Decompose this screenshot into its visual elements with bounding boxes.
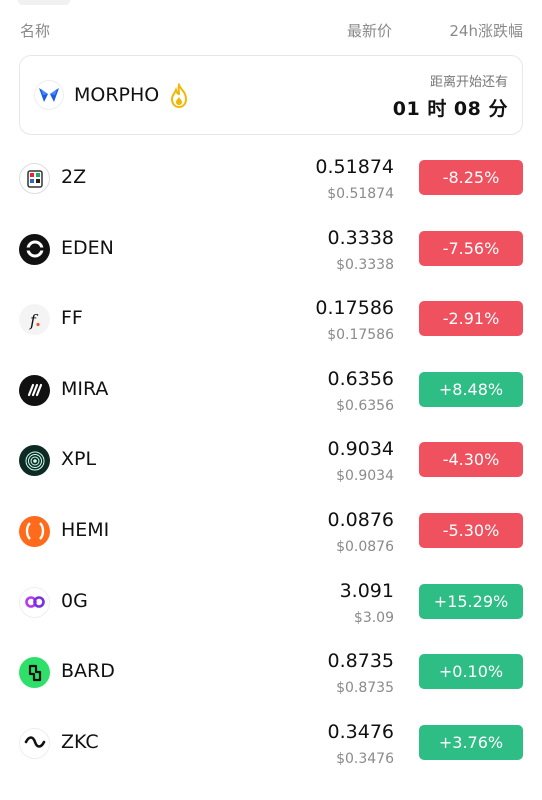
usd-price: $0.9034 [336,468,394,485]
last-price: 0.6356 [327,367,394,390]
svg-text:f: f [29,311,39,330]
zkc-logo-icon [19,727,50,759]
token-symbol: ZKC [61,730,99,753]
token-symbol: 0G [61,589,88,612]
usd-price: $0.6356 [336,397,394,414]
change-badge[interactable]: -5.30% [419,512,523,548]
bard-logo-icon [19,657,50,689]
last-price: 0.51874 [315,156,394,178]
list-item[interactable]: 2Z 0.51874 $0.51874 -8.25% [0,145,542,216]
column-header-name[interactable]: 名称 [20,20,50,41]
list-item[interactable]: f FF 0.17586 $0.17586 -2.91% [0,286,542,357]
usd-price: $0.0876 [336,538,394,555]
usd-price: $0.3338 [336,256,394,273]
column-header-change[interactable]: 24h涨跌幅 [449,20,523,41]
column-header-price[interactable]: 最新价 [347,20,392,41]
change-badge[interactable]: -8.25% [419,160,523,195]
list-item[interactable]: XPL 0.9034 $0.9034 -4.30% [0,427,542,498]
change-badge[interactable]: +3.76% [419,724,523,760]
list-header: 名称 最新价 24h涨跌幅 [0,14,542,44]
list-item[interactable]: BARD 0.8735 $0.8735 +0.10% [0,639,542,710]
list-item[interactable]: EDEN 0.3338 $0.3338 -7.56% [0,216,542,287]
list-item[interactable]: ZKC 0.3476 $0.3476 +3.76% [0,710,542,781]
token-symbol: BARD [61,660,115,683]
usd-price: $0.3476 [336,750,394,767]
change-badge[interactable]: -2.91% [419,301,523,337]
0g-logo-icon [19,586,50,618]
token-symbol: MIRA [61,377,109,400]
usd-price: $0.51874 [327,186,394,202]
hemi-logo-icon [19,515,50,547]
last-price: 3.091 [339,579,394,602]
list-item[interactable]: 0G 3.091 $3.09 +15.29% [0,569,542,640]
2z-logo-icon [19,163,50,194]
top-tab-indicator [18,0,70,5]
usd-price: $3.09 [353,609,394,626]
list-item[interactable]: HEMI 0.0876 $0.0876 -5.30% [0,498,542,569]
xpl-logo-icon [19,445,50,477]
change-badge[interactable]: -7.56% [419,230,523,266]
countdown-label: 距离开始还有 [429,75,508,90]
last-price: 0.8735 [327,650,394,673]
last-price: 0.17586 [315,297,394,320]
token-symbol: EDEN [61,236,114,259]
mira-logo-icon [19,374,50,406]
upcoming-listing-symbol: MORPHO [74,84,160,106]
token-symbol: 2Z [61,166,87,188]
countdown-timer: 01 时 08 分 [392,98,508,120]
last-price: 0.3338 [327,226,394,249]
usd-price: $0.8735 [336,680,394,697]
ff-logo-icon: f [19,304,50,336]
token-symbol: FF [61,307,83,330]
morpho-butterfly-icon [34,80,64,110]
eden-logo-icon [19,233,50,265]
token-symbol: HEMI [61,518,110,541]
last-price: 0.9034 [327,438,394,461]
change-badge[interactable]: +8.48% [419,371,523,407]
change-badge[interactable]: -4.30% [419,442,523,478]
fire-icon [168,82,190,109]
token-symbol: XPL [61,448,97,471]
last-price: 0.3476 [327,720,394,743]
list-item[interactable]: MIRA 0.6356 $0.6356 +8.48% [0,357,542,428]
market-list: 2Z 0.51874 $0.51874 -8.25% EDEN 0.3338 $… [0,145,542,780]
change-badge[interactable]: +15.29% [419,583,523,619]
last-price: 0.0876 [327,508,394,531]
change-badge[interactable]: +0.10% [419,654,523,690]
upcoming-listing-card[interactable]: MORPHO 距离开始还有 01 时 08 分 [19,55,523,135]
usd-price: $0.17586 [327,327,394,344]
